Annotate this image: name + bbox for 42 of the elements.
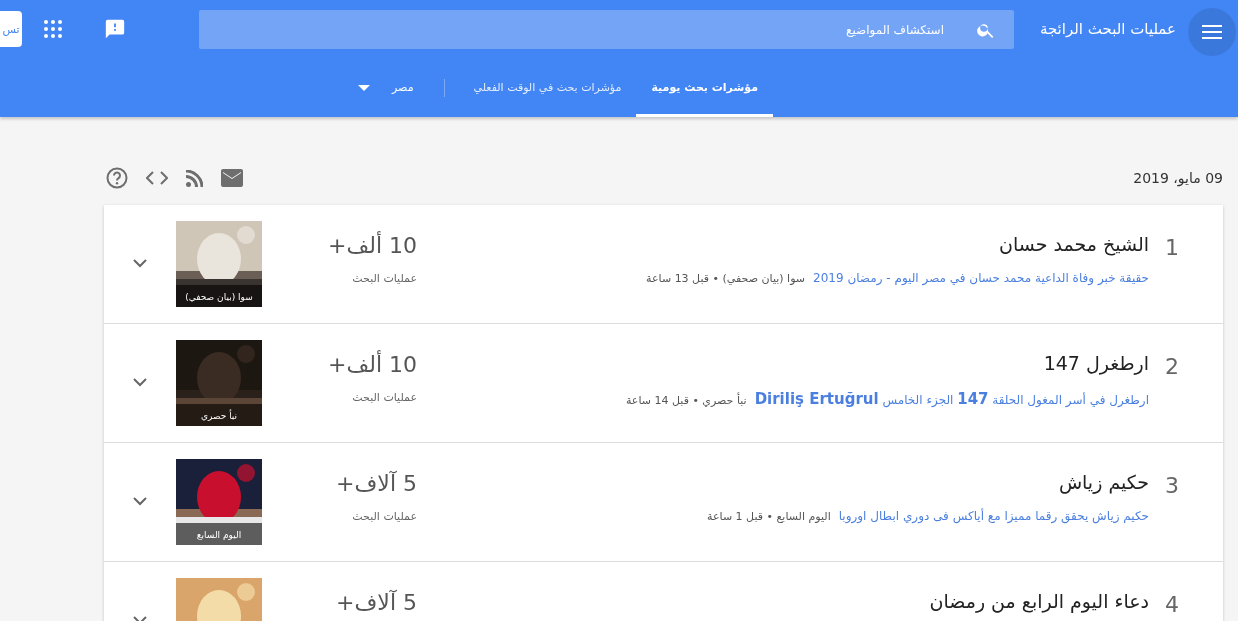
chevron-down-icon[interactable] xyxy=(133,378,147,387)
article-link[interactable]: حكيم زياش يحقق رقما مميزا مع أياكس فى دوري ابطال اوروبا xyxy=(838,509,1149,523)
search-count-label: عمليات البحث xyxy=(351,272,417,285)
image-caption: اليوم السابع xyxy=(195,530,243,540)
feedback-icon[interactable] xyxy=(104,18,126,40)
rank-number: 3 xyxy=(1164,472,1180,498)
trend-title[interactable]: ارطغرل 147 xyxy=(1043,352,1149,374)
chevron-down-icon[interactable] xyxy=(133,497,147,506)
date-label: 09 مايو، 2019 xyxy=(1133,170,1223,186)
image-caption: سوا (بيان صحفي) xyxy=(184,292,254,302)
search-count: 10 ألف+ xyxy=(327,352,417,377)
menu-icon xyxy=(1202,25,1222,39)
app-title: عمليات البحث الرائجة xyxy=(1038,20,1176,38)
trend-title[interactable]: دعاء اليوم الرابع من رمضان xyxy=(929,590,1149,612)
apps-icon[interactable] xyxy=(44,20,62,38)
search-field[interactable]: استكشاف المواضيع xyxy=(199,10,1014,49)
article-source: اليوم السابع • قبل 1 ساعة xyxy=(707,510,831,523)
embed-code-icon[interactable] xyxy=(146,171,168,185)
trend-title[interactable]: حكيم زياش xyxy=(1058,471,1149,493)
chevron-down-icon[interactable] xyxy=(133,259,147,268)
article-source: سوا (بيان صحفي) • قبل 13 ساعة xyxy=(646,272,806,285)
search-count-label: عمليات البحث xyxy=(351,510,417,523)
region-dropdown[interactable]: مصر xyxy=(346,58,426,117)
article-source: نبأ حصري • قبل 14 ساعة xyxy=(625,394,747,407)
help-icon[interactable] xyxy=(106,167,128,189)
mail-icon[interactable] xyxy=(221,169,243,187)
sign-in-button[interactable]: تس xyxy=(0,11,22,47)
article-link[interactable]: حقيقة خبر وفاة الداعية محمد حسان في مصر اليوم - رمضان 2019 xyxy=(813,271,1149,285)
rss-icon[interactable] xyxy=(186,169,203,187)
tab[interactable]: مؤشرات بحث يومية xyxy=(636,58,773,117)
dropdown-icon xyxy=(358,84,371,91)
search-count: 5 آلاف+ xyxy=(335,471,417,496)
search-count: 5 آلاف+ xyxy=(335,590,417,615)
trend-title[interactable]: الشيخ محمد حسان xyxy=(999,233,1149,255)
tab[interactable]: مؤشرات بحث في الوقت الفعلي xyxy=(458,58,637,117)
rank-number: 1 xyxy=(1164,234,1180,260)
rank-number: 4 xyxy=(1164,591,1180,617)
menu-button[interactable] xyxy=(1188,8,1236,56)
search-count: 10 ألف+ xyxy=(327,233,417,258)
search-count-label: عمليات البحث xyxy=(351,391,417,404)
rank-number: 2 xyxy=(1164,353,1180,379)
image-caption: نبأ حصري xyxy=(199,411,239,421)
